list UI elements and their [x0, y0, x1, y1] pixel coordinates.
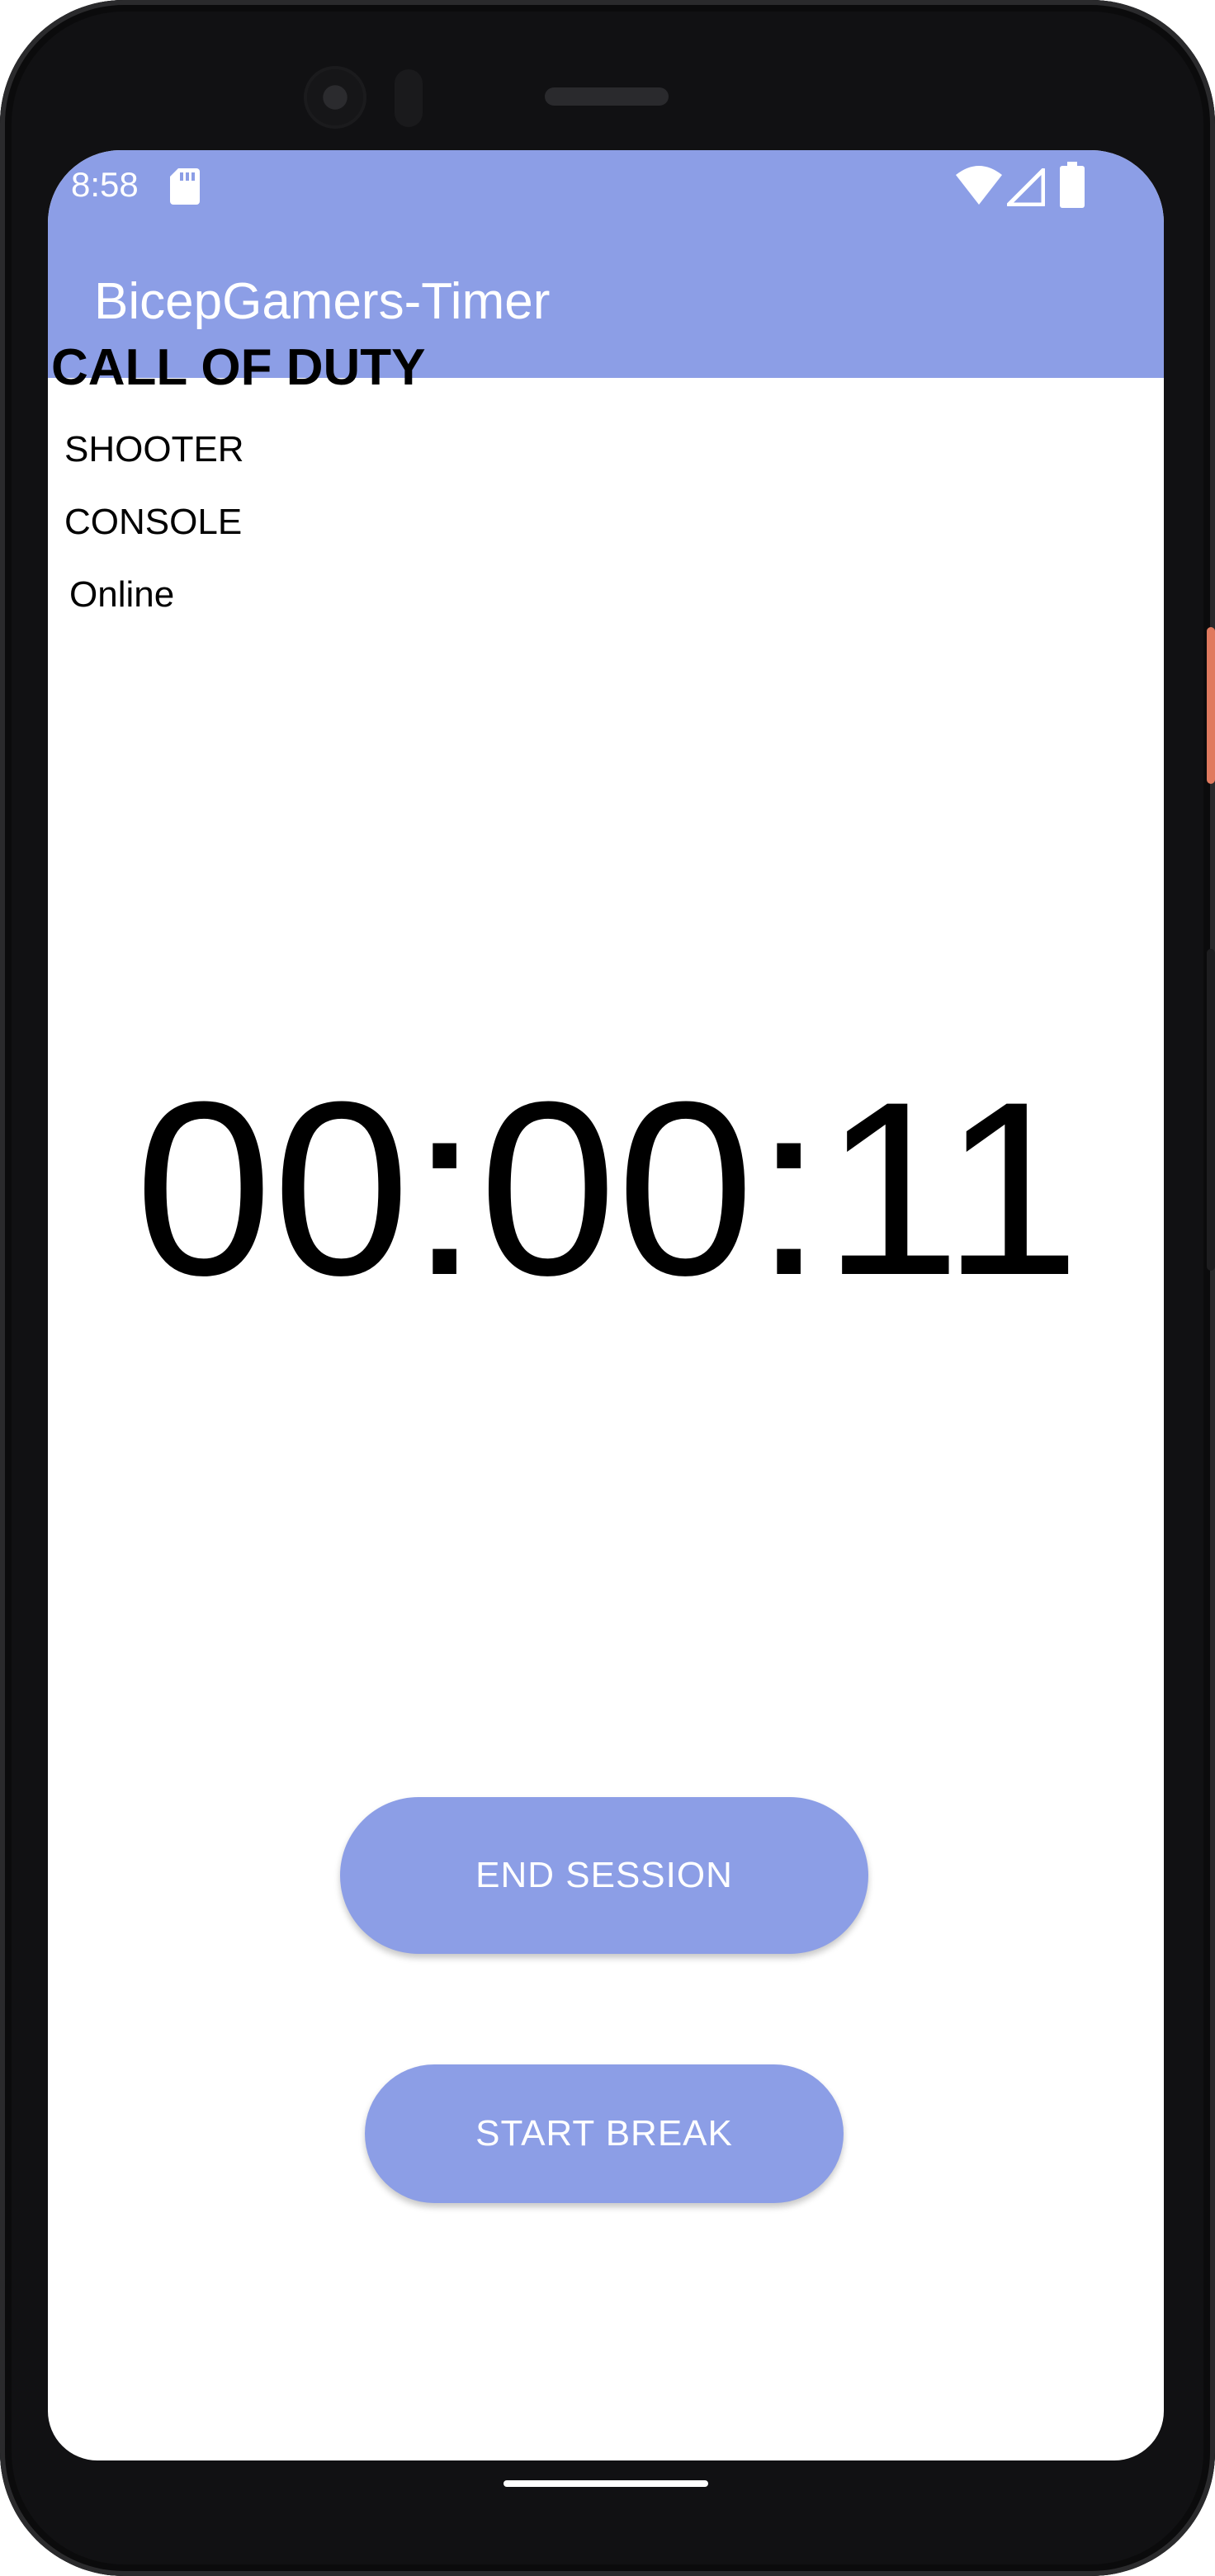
- status-time: 8:58: [71, 165, 139, 204]
- status-bar: 8:58: [48, 150, 1164, 223]
- session-timer: 00:00:11: [135, 1050, 1080, 1327]
- front-camera: [307, 69, 363, 125]
- earpiece-speaker: [545, 87, 669, 106]
- wifi-icon: [956, 166, 1002, 205]
- home-indicator[interactable]: [503, 2480, 708, 2487]
- app-title: BicepGamers-Timer: [94, 273, 551, 330]
- game-platform: CONSOLE: [64, 502, 243, 542]
- cell-signal-icon: [1007, 168, 1045, 206]
- end-session-button[interactable]: END SESSION: [340, 1797, 868, 1954]
- power-button: [1207, 627, 1215, 784]
- battery-icon: [1060, 162, 1085, 208]
- proximity-sensor: [395, 69, 423, 127]
- start-break-button[interactable]: START BREAK: [365, 2064, 844, 2203]
- game-title: CALL OF DUTY: [51, 339, 426, 396]
- game-mode: Online: [69, 574, 175, 615]
- phone-frame: 8:58 BicepGamers-Timer CALL OF DUTY SHOO…: [0, 0, 1215, 2576]
- sd-card-icon: [170, 168, 200, 205]
- game-genre: SHOOTER: [64, 429, 244, 469]
